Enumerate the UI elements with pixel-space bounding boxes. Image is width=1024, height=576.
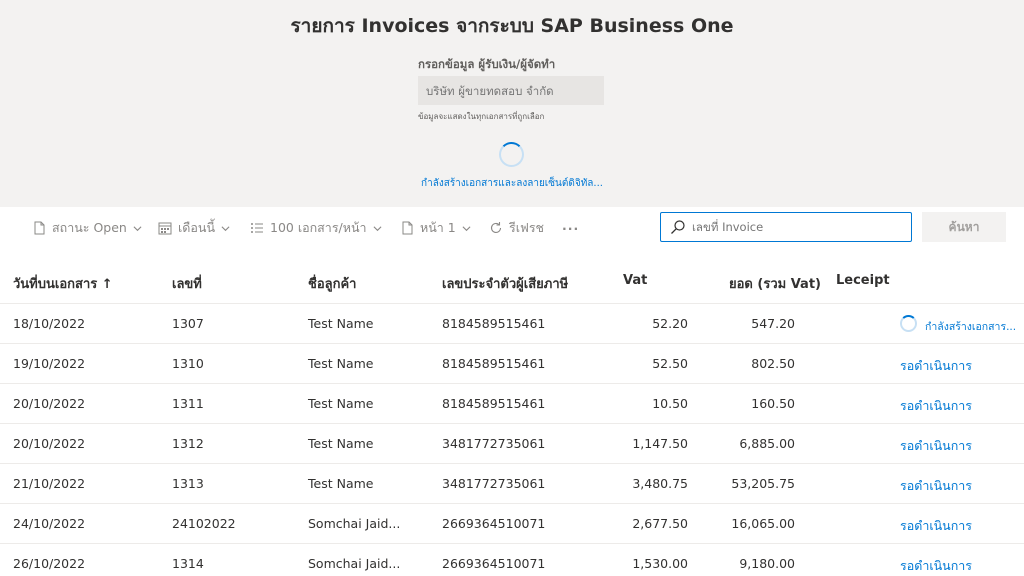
table-row[interactable]: 20/10/2022 1312 Test Name 3481772735061 … — [0, 424, 1024, 464]
chevron-down-icon — [133, 225, 142, 231]
cell-taxid: 3481772735061 — [442, 436, 546, 451]
table-row[interactable]: 26/10/2022 1314 Somchai Jaid... 26693645… — [0, 544, 1024, 575]
cell-receipt-status[interactable]: กำลังสร้างเอกสาร... — [925, 318, 1016, 335]
cell-receipt-status[interactable]: รอดำเนินการ — [900, 516, 972, 536]
loading-spinner-icon — [900, 315, 917, 332]
header-panel: รายการ Invoices จากระบบ SAP Business One… — [0, 0, 1024, 207]
cell-date: 20/10/2022 — [13, 436, 86, 451]
payee-input[interactable] — [418, 76, 604, 105]
loading-spinner-icon — [499, 142, 524, 167]
refresh-button[interactable]: รีเฟรช — [489, 217, 544, 239]
cell-number: 1313 — [172, 476, 204, 491]
cell-number: 1307 — [172, 316, 204, 331]
column-header-date[interactable]: วันที่บนเอกสาร ↑ — [13, 273, 113, 294]
status-filter-button[interactable]: สถานะ Open — [32, 217, 142, 239]
cell-taxid: 2669364510071 — [442, 516, 546, 531]
table-row[interactable]: 19/10/2022 1310 Test Name 8184589515461 … — [0, 344, 1024, 384]
cell-vat: 3,480.75 — [632, 476, 688, 491]
cell-total: 547.20 — [751, 316, 795, 331]
cell-customer: Somchai Jaid... — [308, 516, 401, 531]
status-filter-label: สถานะ Open — [52, 220, 127, 235]
cell-date: 18/10/2022 — [13, 316, 86, 331]
column-header-total[interactable]: ยอด (รวม Vat) — [729, 273, 821, 294]
search-button[interactable]: ค้นหา — [922, 212, 1006, 242]
cell-vat: 1,147.50 — [632, 436, 688, 451]
cell-date: 21/10/2022 — [13, 476, 86, 491]
search-icon — [671, 220, 685, 234]
cell-receipt-status[interactable]: รอดำเนินการ — [900, 436, 972, 456]
chevron-down-icon — [462, 225, 471, 231]
page-size-button[interactable]: 100 เอกสาร/หน้า — [250, 217, 382, 239]
cell-receipt-status[interactable]: รอดำเนินการ — [900, 396, 972, 416]
cell-customer: Test Name — [308, 436, 374, 451]
cell-taxid: 8184589515461 — [442, 396, 546, 411]
cell-date: 19/10/2022 — [13, 356, 86, 371]
cell-number: 1310 — [172, 356, 204, 371]
cell-total: 160.50 — [751, 396, 795, 411]
cell-customer: Test Name — [308, 396, 374, 411]
cell-total: 16,065.00 — [731, 516, 795, 531]
cell-customer: Somchai Jaid... — [308, 556, 401, 571]
cell-vat: 52.20 — [652, 316, 688, 331]
calendar-icon — [158, 222, 172, 235]
cell-date: 24/10/2022 — [13, 516, 86, 531]
cell-taxid: 8184589515461 — [442, 316, 546, 331]
column-header-receipt[interactable]: Leceipt — [836, 273, 890, 288]
column-header-vat[interactable]: Vat — [623, 273, 647, 288]
cell-vat: 2,677.50 — [632, 516, 688, 531]
processing-status: กำลังสร้างเอกสารและลงลายเซ็นต์ดิจิทัล... — [421, 178, 603, 189]
page-select-label: หน้า 1 — [420, 220, 456, 235]
cell-total: 802.50 — [751, 356, 795, 371]
page-title: รายการ Invoices จากระบบ SAP Business One — [290, 15, 734, 37]
document-icon — [402, 221, 413, 235]
cell-vat: 52.50 — [652, 356, 688, 371]
cell-customer: Test Name — [308, 316, 374, 331]
cell-date: 26/10/2022 — [13, 556, 86, 571]
cell-vat: 10.50 — [652, 396, 688, 411]
cell-number: 1311 — [172, 396, 204, 411]
page-size-label: 100 เอกสาร/หน้า — [270, 220, 367, 235]
document-icon — [34, 221, 45, 235]
cell-total: 6,885.00 — [739, 436, 795, 451]
list-icon — [251, 223, 263, 233]
table-row[interactable]: 21/10/2022 1313 Test Name 3481772735061 … — [0, 464, 1024, 504]
column-header-number[interactable]: เลขที่ — [172, 273, 202, 294]
cell-customer: Test Name — [308, 356, 374, 371]
date-filter-label: เดือนนี้ — [178, 220, 215, 235]
cell-date: 20/10/2022 — [13, 396, 86, 411]
invoice-search-box[interactable] — [660, 212, 912, 242]
column-header-customer[interactable]: ชื่อลูกค้า — [308, 273, 356, 294]
date-filter-button[interactable]: เดือนนี้ — [158, 217, 230, 239]
cell-customer: Test Name — [308, 476, 374, 491]
chevron-down-icon — [221, 225, 230, 231]
invoice-search-input[interactable] — [692, 214, 911, 240]
page-select-button[interactable]: หน้า 1 — [400, 217, 471, 239]
cell-receipt-status[interactable]: รอดำเนินการ — [900, 556, 972, 576]
cell-receipt-status[interactable]: รอดำเนินการ — [900, 356, 972, 376]
refresh-label: รีเฟรช — [509, 220, 545, 235]
cell-taxid: 3481772735061 — [442, 476, 546, 491]
chevron-down-icon — [373, 225, 382, 231]
cell-vat: 1,530.00 — [632, 556, 688, 571]
table-row[interactable]: 24/10/2022 24102022 Somchai Jaid... 2669… — [0, 504, 1024, 544]
column-header-taxid[interactable]: เลขประจำตัวผู้เสียภาษี — [442, 273, 568, 294]
cell-taxid: 8184589515461 — [442, 356, 546, 371]
cell-taxid: 2669364510071 — [442, 556, 546, 571]
cell-total: 53,205.75 — [731, 476, 795, 491]
refresh-icon — [490, 222, 502, 234]
cell-total: 9,180.00 — [739, 556, 795, 571]
cell-number: 1314 — [172, 556, 204, 571]
table-row[interactable]: 20/10/2022 1311 Test Name 8184589515461 … — [0, 384, 1024, 424]
cell-receipt-status[interactable]: รอดำเนินการ — [900, 476, 972, 496]
table-row[interactable]: 18/10/2022 1307 Test Name 8184589515461 … — [0, 304, 1024, 344]
cell-number: 24102022 — [172, 516, 236, 531]
cell-number: 1312 — [172, 436, 204, 451]
payee-label: กรอกข้อมูล ผู้รับเงิน/ผู้จัดทำ — [418, 57, 556, 71]
more-options-button[interactable]: ··· — [562, 217, 579, 239]
payee-hint: ข้อมูลจะแสดงในทุกเอกสารที่ถูกเลือก — [418, 112, 545, 121]
